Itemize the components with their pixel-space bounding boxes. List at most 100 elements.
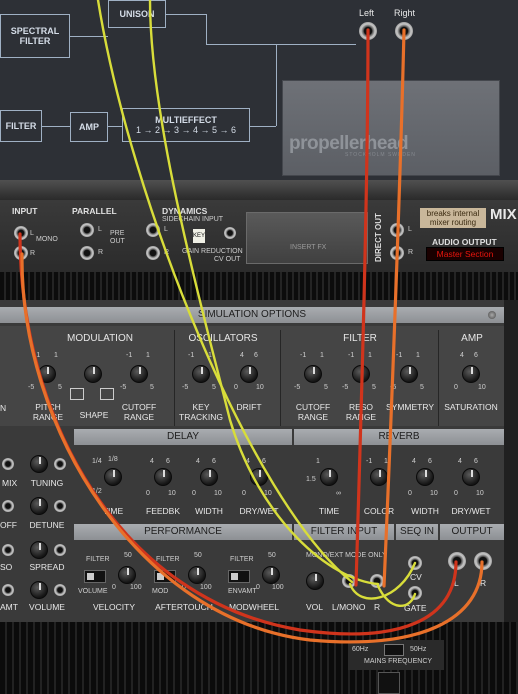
- velocity-filter-switch[interactable]: [84, 570, 106, 583]
- tick-label: 100: [272, 584, 284, 591]
- audio-out-left-jack[interactable]: [359, 22, 377, 40]
- divider: [280, 330, 281, 426]
- filter-cutoff-range-knob[interactable]: [304, 365, 322, 383]
- tick-label: 1: [384, 458, 388, 465]
- input-l-jack[interactable]: [14, 226, 28, 240]
- amt-left-label: AMT: [0, 602, 18, 612]
- filter-input-l-jack[interactable]: [342, 574, 356, 588]
- diagram-multieffect-chain: 1 → 2 → 3 → 4 → 5 → 6: [135, 125, 237, 135]
- filter-input-vol-knob[interactable]: [306, 572, 324, 590]
- amp-title: AMP: [461, 333, 483, 344]
- cv-out-label: CV OUT: [214, 256, 241, 263]
- tick-label: 4: [458, 458, 462, 465]
- audio-out-right-jack[interactable]: [395, 22, 413, 40]
- direct-out-l-label: L: [408, 226, 412, 233]
- key-tracking-knob[interactable]: [192, 365, 210, 383]
- spread-knob[interactable]: [30, 541, 48, 559]
- output-l-jack[interactable]: [448, 552, 466, 570]
- symmetry-knob[interactable]: [400, 365, 418, 383]
- tick-label: 4: [150, 458, 154, 465]
- delay-drywet-knob[interactable]: [250, 468, 268, 486]
- velocity-volume-knob[interactable]: [118, 566, 136, 584]
- volume-knob[interactable]: [30, 581, 48, 599]
- tick-label: 0: [454, 384, 458, 391]
- modwheel-envamt-knob[interactable]: [262, 566, 280, 584]
- tick-label: 50: [194, 552, 202, 559]
- left-led[interactable]: [54, 500, 66, 512]
- saturation-knob[interactable]: [462, 365, 480, 383]
- tick-label: -1: [34, 352, 41, 359]
- drift-knob[interactable]: [240, 365, 258, 383]
- tuning-knob[interactable]: [30, 455, 48, 473]
- seq-cv-jack[interactable]: [408, 556, 422, 570]
- reverb-color-knob[interactable]: [370, 468, 388, 486]
- sidechain-l-jack[interactable]: [146, 223, 160, 237]
- tick-label: 4: [460, 352, 464, 359]
- filter-input-r-jack[interactable]: [370, 574, 384, 588]
- left-led[interactable]: [54, 458, 66, 470]
- left-led[interactable]: [54, 544, 66, 556]
- routing-note: breaks internal mixer routing: [420, 208, 486, 228]
- input-r-jack[interactable]: [14, 246, 28, 260]
- reverb-width-label: WIDTH: [411, 506, 439, 516]
- direct-out-l-jack[interactable]: [390, 223, 404, 237]
- reverb-time-knob[interactable]: [320, 468, 338, 486]
- direct-out-r-label: R: [408, 249, 414, 256]
- tick-label: 1: [368, 352, 372, 359]
- gain-reduction-jack[interactable]: [224, 227, 236, 239]
- pitch-range-knob[interactable]: [38, 365, 56, 383]
- tick-label: 1: [54, 352, 58, 359]
- delay-time-knob[interactable]: [104, 468, 122, 486]
- diagram-connector: [206, 44, 276, 45]
- insert-fx-label: INSERT FX: [290, 244, 327, 251]
- parallel-r-jack[interactable]: [80, 246, 94, 260]
- delay-feedback-knob[interactable]: [154, 468, 172, 486]
- aftertouch-filter-switch[interactable]: [154, 570, 176, 583]
- parallel-section-label: PARALLEL: [72, 206, 117, 216]
- tick-label: 6: [262, 458, 266, 465]
- seq-gate-jack[interactable]: [408, 586, 422, 600]
- hz50-label: 50Hz: [410, 646, 427, 653]
- detune-knob[interactable]: [30, 497, 48, 515]
- reso-range-knob[interactable]: [352, 365, 370, 383]
- diagram-connector: [250, 126, 276, 127]
- cutoff-range-mod-knob[interactable]: [130, 365, 148, 383]
- so-left-label: SO: [0, 562, 13, 572]
- aftertouch-mod-knob[interactable]: [188, 566, 206, 584]
- delay-feedback-label: FEEDBK: [146, 506, 181, 516]
- mains-frequency-switch[interactable]: [384, 644, 404, 656]
- output-l-label: L: [454, 578, 459, 588]
- tick-label: 10: [256, 384, 264, 391]
- audio-output-display[interactable]: Master Section: [426, 247, 504, 261]
- key-button[interactable]: KEY: [193, 229, 205, 243]
- parallel-l-jack[interactable]: [80, 223, 94, 237]
- tick-label: 1/8: [108, 456, 118, 463]
- insert-fx-slot[interactable]: [246, 212, 368, 264]
- left-led[interactable]: [54, 584, 66, 596]
- reso-range-label: RESO RANGE: [345, 402, 377, 422]
- shape-knob[interactable]: [84, 365, 102, 383]
- tick-label: 5: [150, 384, 154, 391]
- left-led[interactable]: [2, 584, 14, 596]
- tick-label: 1/2: [92, 488, 102, 495]
- detune-label: DETUNE: [29, 520, 65, 530]
- left-led[interactable]: [2, 500, 14, 512]
- input-r-label: R: [30, 250, 36, 257]
- dynamics-section-label: DYNAMICS: [162, 206, 208, 216]
- direct-out-r-jack[interactable]: [390, 246, 404, 260]
- reverb-drywet-knob[interactable]: [462, 468, 480, 486]
- modwheel-filter-switch[interactable]: [228, 570, 250, 583]
- audio-out-right-label: Right: [394, 8, 416, 18]
- output-r-label: R: [480, 578, 487, 588]
- parallel-l-label: L: [98, 226, 102, 233]
- output-r-jack[interactable]: [474, 552, 492, 570]
- reverb-width-knob[interactable]: [416, 468, 434, 486]
- delay-width-knob[interactable]: [200, 468, 218, 486]
- tick-label: 0: [112, 584, 116, 591]
- tick-label: 5: [212, 384, 216, 391]
- left-led[interactable]: [2, 544, 14, 556]
- left-led[interactable]: [2, 458, 14, 470]
- sidechain-r-jack[interactable]: [146, 246, 160, 260]
- filter-input-l-label: L/MONO: [332, 602, 366, 612]
- tick-label: 5: [372, 384, 376, 391]
